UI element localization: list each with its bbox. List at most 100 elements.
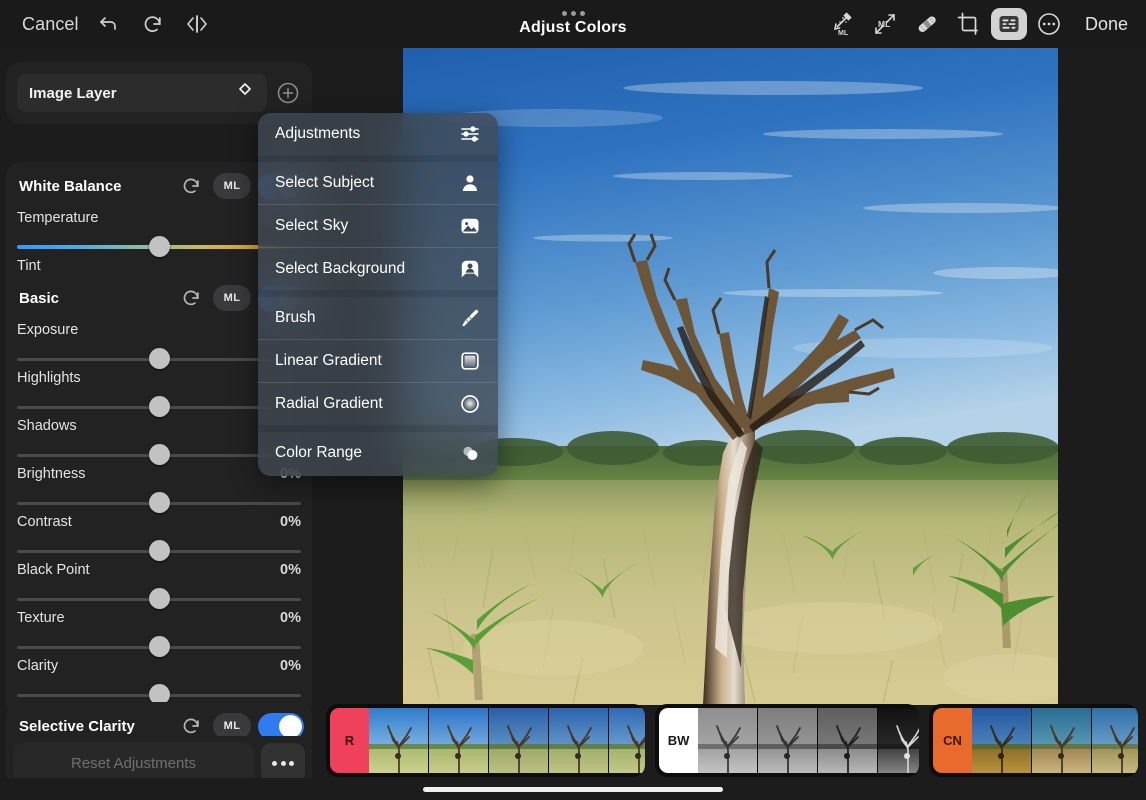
page-title: Adjust Colors — [519, 19, 627, 36]
slider-value: 0% — [280, 514, 301, 530]
preset-cn-2[interactable] — [1032, 708, 1093, 773]
menu-item-label: Radial Gradient — [275, 395, 383, 412]
brush-icon — [459, 307, 481, 329]
adjustments-panel-icon[interactable] — [990, 8, 1027, 40]
preset-cn-1[interactable] — [972, 708, 1033, 773]
slider-label-text: Exposure — [17, 322, 79, 338]
linear-gradient-icon — [459, 350, 481, 372]
crop-icon[interactable] — [949, 4, 989, 44]
slider-label-text: Black Point — [17, 562, 90, 578]
ml-badge-basic[interactable]: ML — [213, 285, 251, 311]
photo-image — [403, 48, 1058, 705]
slider-knob[interactable] — [148, 636, 170, 657]
section-title: Basic — [19, 289, 60, 307]
slider-track-texture[interactable] — [17, 636, 301, 658]
layer-select-value: Image Layer — [29, 84, 117, 102]
plus-circle-icon[interactable] — [275, 80, 301, 106]
slider-black-point: Black Point 0% — [6, 562, 312, 610]
chevron-up-down-icon — [237, 81, 253, 105]
preset-r-5[interactable] — [609, 708, 646, 773]
layer-select[interactable]: Image Layer — [17, 74, 267, 112]
preset-bw-3[interactable] — [818, 708, 879, 773]
slider-label-text: Temperature — [17, 210, 99, 226]
preset-bw-2[interactable] — [758, 708, 819, 773]
done-button[interactable]: Done — [1077, 10, 1136, 39]
preset-group-r: R — [326, 704, 646, 777]
menu-item-label: Color Range — [275, 444, 363, 461]
menu-item-label: Select Subject — [275, 174, 375, 191]
menu-item-label: Select Sky — [275, 217, 349, 234]
preset-cn-3[interactable] — [1092, 708, 1138, 773]
slider-track-brightness[interactable] — [17, 492, 301, 514]
menu-item-color-range[interactable]: Color Range — [258, 432, 498, 474]
reset-arrow-icon[interactable] — [176, 283, 206, 313]
reset-arrow-icon[interactable] — [176, 171, 206, 201]
preset-r-4[interactable] — [549, 708, 609, 773]
preset-bw-4[interactable] — [878, 708, 920, 773]
slider-knob[interactable] — [148, 492, 170, 513]
preset-chip-cn[interactable]: CN — [933, 708, 973, 773]
slider-value: 0% — [280, 658, 301, 674]
color-range-icon — [459, 442, 481, 464]
menu-item-linear-gradient[interactable]: Linear Gradient — [258, 340, 498, 382]
slider-texture: Texture 0% — [6, 610, 312, 658]
redo-icon[interactable] — [131, 4, 175, 44]
slider-contrast: Contrast 0% — [6, 514, 312, 562]
radial-gradient-icon — [459, 393, 481, 415]
preset-r-3[interactable] — [489, 708, 549, 773]
ml-resize-icon[interactable]: ML — [865, 4, 905, 44]
ml-badge-white-balance[interactable]: ML — [213, 173, 251, 199]
compare-before-after-icon[interactable] — [175, 4, 219, 44]
menu-item-label: Select Background — [275, 260, 406, 277]
slider-knob[interactable] — [148, 396, 170, 417]
reset-adjustments-button[interactable]: Reset Adjustments — [13, 743, 254, 783]
preset-r-1[interactable] — [369, 708, 429, 773]
photo-editor-app: Cancel Adjust Colors ML ML Done Image La… — [0, 0, 1146, 800]
healing-bandage-icon[interactable] — [907, 4, 947, 44]
slider-track-black-point[interactable] — [17, 588, 301, 610]
menu-item-brush[interactable]: Brush — [258, 297, 498, 339]
menu-item-label: Adjustments — [275, 125, 361, 142]
title-dots-indicator — [561, 11, 585, 16]
magic-wand-ml-icon[interactable]: ML — [823, 4, 863, 44]
toolbar-left-group: Cancel — [0, 4, 219, 44]
cancel-button[interactable]: Cancel — [14, 10, 87, 39]
add-layer-menu: Adjustments Select Subject Select Sky Se… — [258, 113, 498, 476]
preset-chip-bw[interactable]: BW — [659, 708, 699, 773]
menu-item-adjustments[interactable]: Adjustments — [258, 113, 498, 155]
slider-label-text: Contrast — [17, 514, 72, 530]
slider-value: 0% — [280, 562, 301, 578]
menu-item-select-background[interactable]: Select Background — [258, 248, 498, 290]
slider-knob[interactable] — [148, 540, 170, 561]
menu-item-select-sky[interactable]: Select Sky — [258, 205, 498, 247]
menu-item-select-subject[interactable]: Select Subject — [258, 162, 498, 204]
slider-label-text: Texture — [17, 610, 65, 626]
undo-icon[interactable] — [87, 4, 131, 44]
preset-r-2[interactable] — [429, 708, 489, 773]
section-title: White Balance — [19, 177, 122, 195]
person-icon — [459, 172, 481, 194]
slider-knob[interactable] — [148, 588, 170, 609]
slider-label-text: Shadows — [17, 418, 77, 434]
menu-item-label: Linear Gradient — [275, 352, 382, 369]
more-dots-icon[interactable] — [261, 743, 305, 783]
preset-bw-1[interactable] — [698, 708, 759, 773]
photo-canvas[interactable] — [403, 48, 1058, 705]
svg-text:ML: ML — [838, 30, 849, 37]
section-title: Selective Clarity — [19, 717, 135, 735]
slider-label-text: Clarity — [17, 658, 59, 674]
svg-text:ML: ML — [878, 19, 890, 29]
background-person-icon — [459, 258, 481, 280]
sky-image-icon — [459, 215, 481, 237]
preset-filmstrip: R BW CN — [326, 704, 1138, 777]
slider-knob[interactable] — [148, 236, 170, 257]
top-toolbar: Cancel Adjust Colors ML ML Done — [0, 0, 1146, 48]
slider-knob[interactable] — [148, 444, 170, 465]
slider-track-contrast[interactable] — [17, 540, 301, 562]
slider-knob[interactable] — [148, 348, 170, 369]
preset-chip-r[interactable]: R — [330, 708, 369, 773]
toolbar-right-group: ML ML Done — [823, 0, 1136, 48]
more-circle-icon[interactable] — [1029, 4, 1069, 44]
home-indicator[interactable] — [423, 787, 723, 792]
menu-item-radial-gradient[interactable]: Radial Gradient — [258, 383, 498, 425]
